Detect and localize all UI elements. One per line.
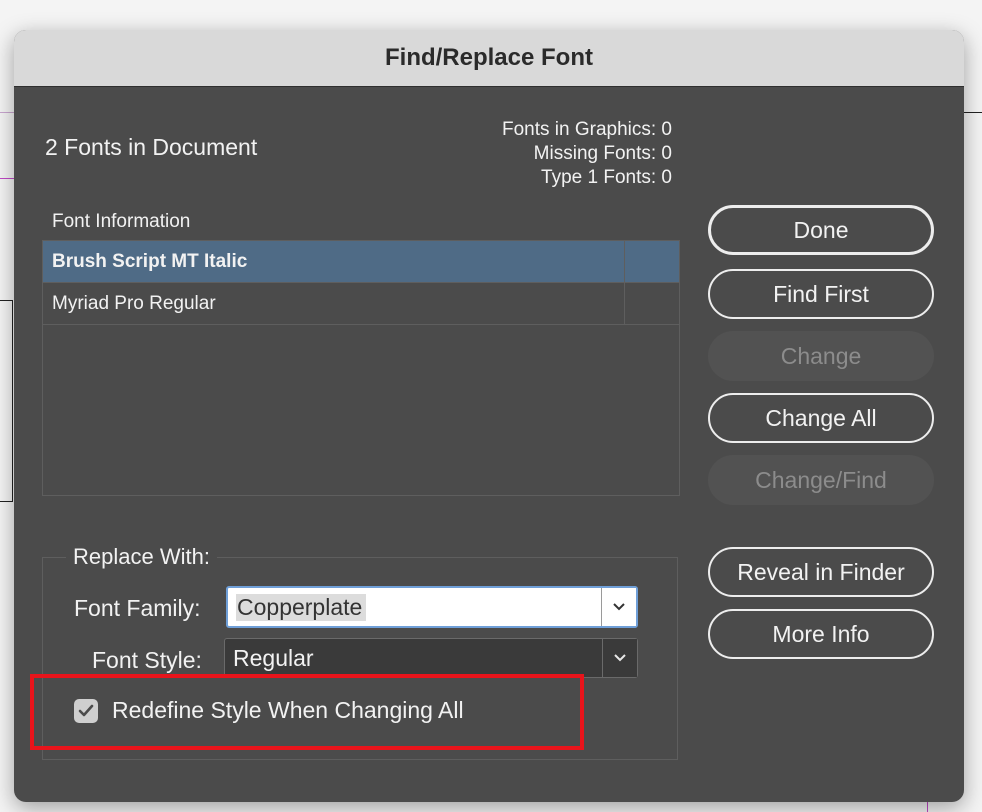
font-name: Myriad Pro Regular bbox=[52, 292, 216, 314]
reveal-in-finder-button[interactable]: Reveal in Finder bbox=[708, 547, 934, 597]
fonts-in-graphics-count: Fonts in Graphics: 0 bbox=[501, 119, 672, 140]
font-family-combobox[interactable]: Copperplate bbox=[226, 586, 638, 628]
font-status-cell bbox=[624, 241, 679, 282]
font-style-label: Font Style: bbox=[92, 647, 202, 673]
done-button[interactable]: Done bbox=[708, 205, 934, 255]
dialog-title: Find/Replace Font bbox=[384, 44, 593, 71]
document-text-frame bbox=[0, 300, 13, 502]
change-find-button[interactable]: Change/Find bbox=[708, 455, 934, 505]
fonts-in-document-count: 2 Fonts in Document bbox=[45, 134, 258, 160]
redefine-style-checkbox[interactable] bbox=[74, 698, 98, 723]
missing-fonts-count: Missing Fonts: 0 bbox=[533, 143, 672, 164]
font-list[interactable]: Brush Script MT Italic Myriad Pro Regula… bbox=[42, 240, 680, 496]
chevron-down-icon bbox=[613, 603, 625, 611]
title-bar[interactable]: Find/Replace Font bbox=[14, 30, 964, 87]
redefine-style-option[interactable]: Redefine Style When Changing All bbox=[74, 697, 464, 724]
font-style-dropdown-button[interactable] bbox=[602, 639, 637, 677]
font-family-dropdown-button[interactable] bbox=[601, 588, 636, 626]
find-replace-font-dialog: Find/Replace Font 2 Fonts in Document Fo… bbox=[14, 30, 964, 802]
font-information-label: Font Information bbox=[52, 211, 191, 232]
document-guide-line bbox=[964, 112, 982, 113]
more-info-button[interactable]: More Info bbox=[708, 609, 934, 659]
font-list-row-myriad-pro[interactable]: Myriad Pro Regular bbox=[43, 283, 679, 325]
type1-fonts-count: Type 1 Fonts: 0 bbox=[541, 167, 672, 188]
change-button[interactable]: Change bbox=[708, 331, 934, 381]
change-all-button[interactable]: Change All bbox=[708, 393, 934, 443]
document-guide-line bbox=[0, 112, 14, 113]
find-first-button[interactable]: Find First bbox=[708, 269, 934, 319]
font-list-row-brush-script[interactable]: Brush Script MT Italic bbox=[43, 241, 679, 283]
font-style-select[interactable]: Regular bbox=[224, 638, 638, 678]
font-family-value: Copperplate bbox=[236, 593, 367, 621]
redefine-style-label: Redefine Style When Changing All bbox=[112, 697, 464, 723]
font-stats: Fonts in Graphics: 0 Missing Fonts: 0 Ty… bbox=[502, 118, 672, 190]
replace-with-label: Replace With: bbox=[66, 544, 217, 570]
font-name: Brush Script MT Italic bbox=[52, 250, 248, 272]
document-guide-line bbox=[0, 178, 14, 179]
font-family-label: Font Family: bbox=[74, 595, 201, 621]
font-family-input[interactable]: Copperplate bbox=[228, 588, 601, 626]
font-status-cell bbox=[624, 283, 679, 324]
font-style-value: Regular bbox=[233, 644, 314, 671]
chevron-down-icon bbox=[614, 654, 626, 662]
checkmark-icon bbox=[78, 704, 94, 716]
